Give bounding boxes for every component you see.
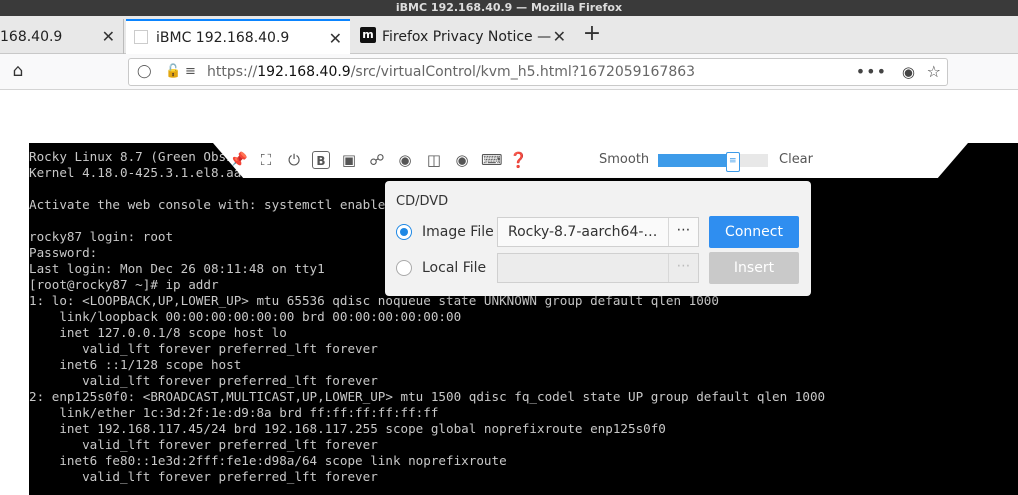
insert-button[interactable]: Insert xyxy=(709,252,799,284)
terminal-line: inet6 fe80::1e3d:2fff:fe1e:d98a/64 scope… xyxy=(29,453,507,468)
local-file-field[interactable]: ⋯ xyxy=(497,253,699,283)
fullscreen-icon[interactable]: ⛶ xyxy=(257,151,275,169)
permissions-icon[interactable]: ≡ xyxy=(185,64,196,79)
image-file-label: Image File xyxy=(422,224,494,240)
bookmark-star-icon[interactable]: ☆ xyxy=(927,62,941,81)
window-title: iBMC 192.168.40.9 — Mozilla Firefox xyxy=(0,0,1018,16)
smooth-label: Smooth xyxy=(599,152,650,167)
tab-firefox-privacy[interactable]: m Firefox Privacy Notice — ✕ xyxy=(352,19,574,54)
local-file-label: Local File xyxy=(422,260,487,276)
cd-dvd-title: CD/DVD xyxy=(396,194,449,209)
image-quality-slider[interactable]: ≡ xyxy=(658,152,768,172)
mouse-icon[interactable]: ☍ xyxy=(368,151,386,169)
tracking-shield-icon[interactable]: ◯ xyxy=(137,64,152,79)
terminal-line: valid_lft forever preferred_lft forever xyxy=(29,437,378,452)
close-icon[interactable]: ✕ xyxy=(102,27,115,46)
power-icon[interactable]: ⏻ xyxy=(285,151,303,169)
keyboard-layout-icon[interactable]: ▣ xyxy=(340,151,358,169)
image-file-value: Rocky-8.7-aarch64-minimal.iso xyxy=(508,224,664,240)
slider-fill xyxy=(658,154,733,167)
page-content: Rocky Linux 8.7 (Green Obsidian) Kernel 4… xyxy=(0,91,1018,495)
boot-option-icon[interactable]: B xyxy=(312,151,330,169)
clear-label: Clear xyxy=(779,152,813,167)
terminal-line: valid_lft forever preferred_lft forever xyxy=(29,469,378,484)
local-file-radio[interactable] xyxy=(396,260,412,276)
browse-image-button[interactable]: ⋯ xyxy=(668,218,698,246)
tab-ibmc-previous[interactable]: 168.40.9 ✕ xyxy=(0,19,124,54)
terminal-line: valid_lft forever preferred_lft forever xyxy=(29,373,378,388)
kvm-toolbar: 📌 ⛶ ⏻ B ▣ ☍ ◉ ◫ ◉ ⌨ ❓ Smooth ≡ Clear xyxy=(213,143,968,178)
url-text[interactable]: https://192.168.40.9/src/virtualControl/… xyxy=(207,64,695,80)
cd-dvd-panel: CD/DVD Image File Rocky-8.7-aarch64-mini… xyxy=(385,181,811,296)
terminal-line: inet 192.168.117.45/24 brd 192.168.117.2… xyxy=(29,421,666,436)
terminal-line: link/ether 1c:3d:2f:1e:d9:8a brd ff:ff:f… xyxy=(29,405,439,420)
browse-local-button[interactable]: ⋯ xyxy=(668,254,698,282)
new-tab-button[interactable]: + xyxy=(578,16,606,54)
help-icon[interactable]: ❓ xyxy=(509,151,528,169)
tab-ibmc-active[interactable]: iBMC 192.168.40.9 ✕ xyxy=(126,19,350,54)
url-bar[interactable]: ◯ 🔓 ≡ https://192.168.40.9/src/virtualCo… xyxy=(128,58,948,86)
connect-button[interactable]: Connect xyxy=(709,216,799,248)
home-icon[interactable]: ⌂ xyxy=(8,61,28,81)
close-icon[interactable]: ✕ xyxy=(553,27,566,46)
terminal-line: 2: enp125s0f0: <BROADCAST,MULTICAST,UP,L… xyxy=(29,389,826,404)
terminal-line: link/loopback 00:00:00:00:00:00 brd 00:0… xyxy=(29,309,462,324)
video-record-icon[interactable]: ◉ xyxy=(453,151,471,169)
tab-label: Firefox Privacy Notice — xyxy=(382,28,552,45)
tab-label: iBMC 192.168.40.9 xyxy=(156,29,290,46)
pocket-icon[interactable]: ◉ xyxy=(902,63,915,81)
insecure-lock-icon[interactable]: 🔓 xyxy=(165,64,181,79)
terminal-line: inet6 ::1/128 scope host xyxy=(29,357,242,372)
page-actions-icon[interactable]: ••• xyxy=(856,62,887,81)
close-icon[interactable]: ✕ xyxy=(329,29,342,48)
image-file-field[interactable]: Rocky-8.7-aarch64-minimal.iso ⋯ xyxy=(497,217,699,247)
tab-label: 168.40.9 xyxy=(0,28,63,45)
slider-handle[interactable]: ≡ xyxy=(725,152,740,172)
cd-dvd-icon[interactable]: ◉ xyxy=(396,151,414,169)
mozilla-favicon-icon: m xyxy=(360,27,376,43)
page-favicon-icon xyxy=(134,30,148,44)
terminal-line: valid_lft forever preferred_lft forever xyxy=(29,341,378,356)
tab-strip: 168.40.9 ✕ iBMC 192.168.40.9 ✕ m Firefox… xyxy=(0,16,1018,54)
nav-bar: ⌂ ◯ 🔓 ≡ https://192.168.40.9/src/virtual… xyxy=(0,54,1018,90)
terminal-line: inet 127.0.0.1/8 scope host lo xyxy=(29,325,287,340)
keyboard-icon[interactable]: ⌨ xyxy=(481,151,503,169)
image-file-radio[interactable] xyxy=(396,224,412,240)
floppy-icon[interactable]: ◫ xyxy=(425,151,443,169)
